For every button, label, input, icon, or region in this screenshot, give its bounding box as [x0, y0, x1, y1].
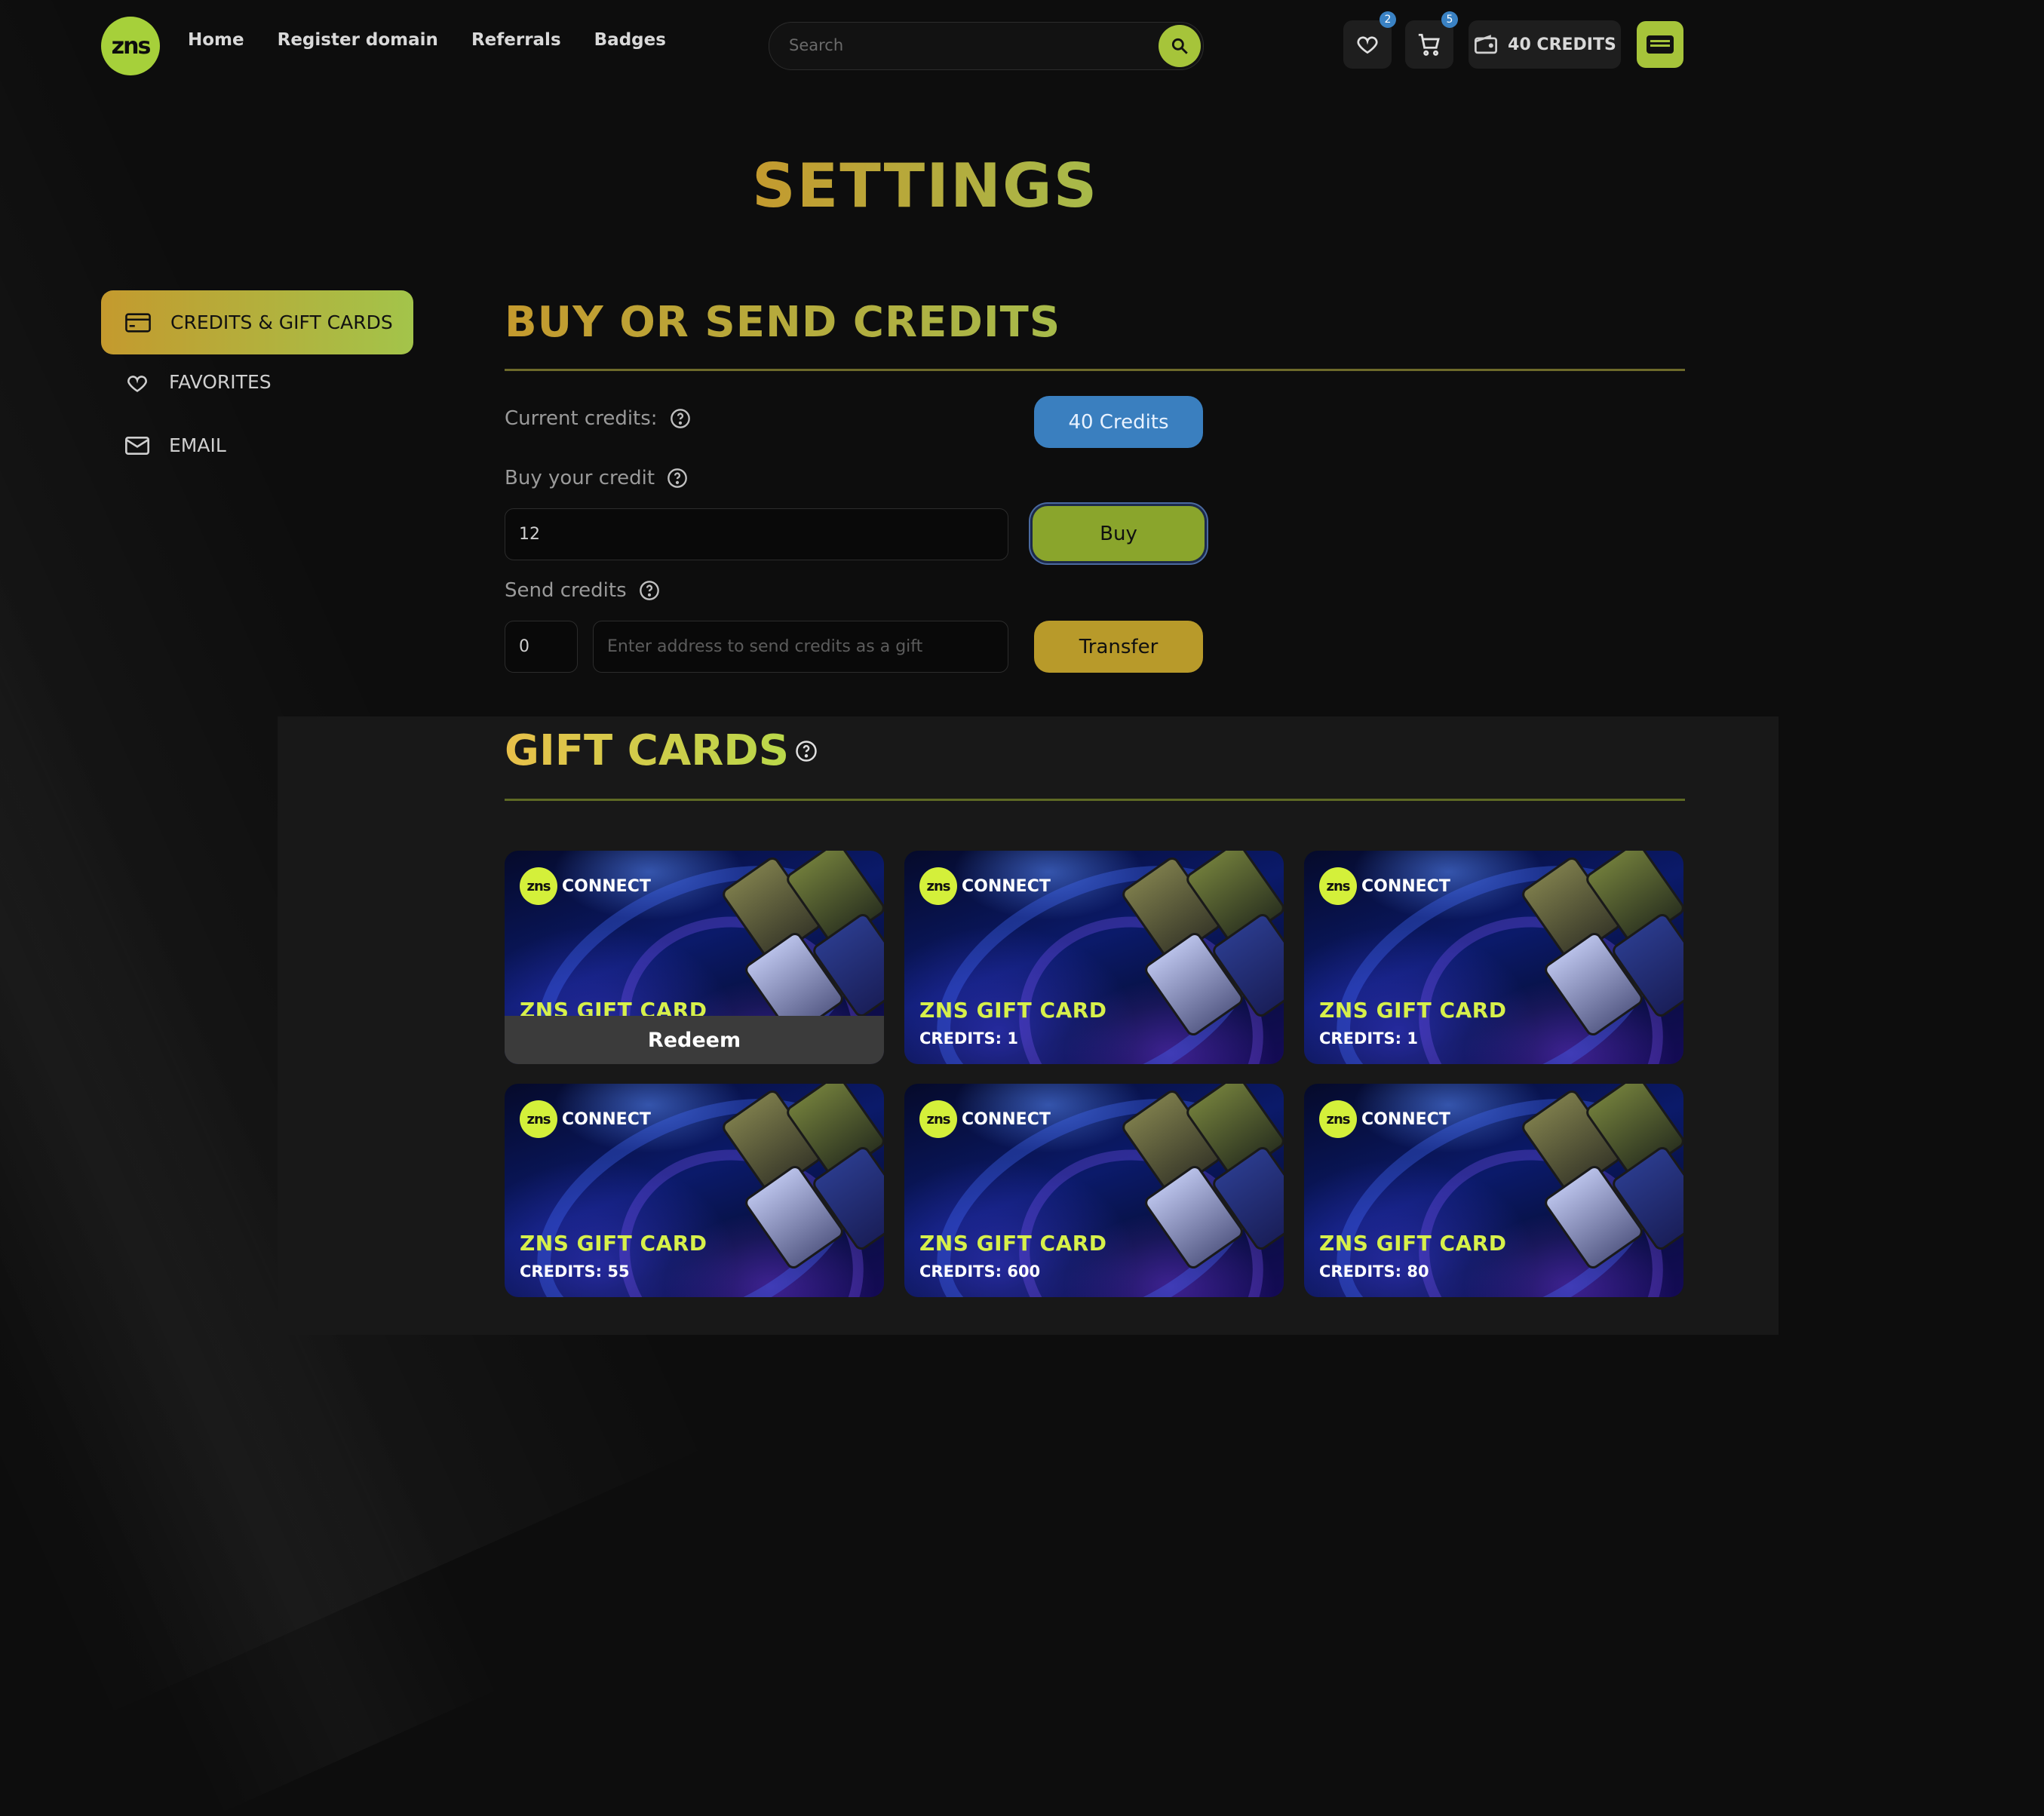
gift-card-title: ZNS GIFT CARD	[520, 1231, 707, 1256]
card-brand: zns CONNECT	[919, 1100, 1051, 1138]
search-placeholder: Search	[789, 36, 844, 54]
gift-card[interactable]: zns CONNECT ZNS GIFT CARD CREDITS: 1	[1304, 851, 1683, 1064]
search-input[interactable]: Search	[769, 22, 1204, 70]
profile-avatar[interactable]	[1637, 21, 1683, 68]
wallet-credits-button[interactable]: 40 CREDITS	[1469, 20, 1621, 69]
help-icon[interactable]	[670, 408, 691, 429]
nav-badges[interactable]: Badges	[594, 30, 666, 60]
gift-card[interactable]: zns CONNECT ZNS GIFT CARD CREDITS: 80	[1304, 1084, 1683, 1297]
sidebar-item-label: CREDITS & GIFT CARDS	[170, 311, 393, 333]
gift-card-title: ZNS GIFT CARD	[1319, 998, 1507, 1023]
credits-section-title: BUY OR SEND CREDITS	[505, 298, 1061, 347]
nav-home[interactable]: Home	[188, 30, 244, 60]
gift-card-credits: CREDITS: 600	[919, 1262, 1041, 1281]
send-address-input[interactable]: Enter address to send credits as a gift	[593, 621, 1008, 673]
redeem-button[interactable]: Redeem	[505, 1016, 884, 1064]
favorites-button[interactable]: 2	[1343, 11, 1396, 69]
page-title: SETTINGS	[752, 151, 1099, 221]
zns-badge-icon: zns	[1319, 1100, 1357, 1138]
heart-icon	[1357, 36, 1378, 54]
gift-card-credits: CREDITS: 1	[919, 1029, 1018, 1048]
nav-register-domain[interactable]: Register domain	[278, 30, 438, 60]
main-nav: Home Register domain Referrals Badges	[188, 30, 666, 60]
mail-icon	[125, 436, 149, 455]
sidebar-item-label: EMAIL	[169, 434, 226, 456]
cart-icon	[1418, 33, 1440, 56]
buy-credit-input[interactable]: 12	[505, 508, 1008, 560]
sidebar-item-label: FAVORITES	[169, 371, 272, 393]
section-divider	[505, 369, 1685, 371]
gift-card[interactable]: zns CONNECT ZNS GIFT CARD CREDITS: 1	[904, 851, 1284, 1064]
card-brand: zns CONNECT	[520, 867, 651, 905]
gift-card-title: ZNS GIFT CARD	[919, 998, 1107, 1023]
gift-cards-title: GIFT CARDS	[505, 726, 790, 775]
gift-card-title: ZNS GIFT CARD	[919, 1231, 1107, 1256]
card-brand: zns CONNECT	[520, 1100, 651, 1138]
send-amount-input[interactable]: 0	[505, 621, 578, 673]
card-brand: zns CONNECT	[919, 867, 1051, 905]
sidebar-item-favorites[interactable]: FAVORITES	[125, 371, 272, 393]
gift-card[interactable]: zns CONNECT ZNS GIFT CARD Redeem	[505, 851, 884, 1064]
zns-badge-icon: zns	[520, 867, 557, 905]
send-credits-label: Send credits	[505, 579, 660, 602]
gift-card-credits: CREDITS: 1	[1319, 1029, 1418, 1048]
zns-badge-icon: zns	[919, 867, 957, 905]
heart-icon	[127, 375, 147, 392]
transfer-button[interactable]: Transfer	[1034, 621, 1203, 673]
buy-credit-label: Buy your credit	[505, 467, 688, 489]
gift-card-title: ZNS GIFT CARD	[1319, 1231, 1507, 1256]
card-brand: zns CONNECT	[1319, 867, 1450, 905]
section-divider	[505, 799, 1685, 801]
cart-count-badge: 5	[1441, 11, 1458, 28]
buy-button[interactable]: Buy	[1033, 506, 1205, 561]
zns-card-icon	[1647, 35, 1674, 54]
wallet-credits-label: 40 CREDITS	[1508, 35, 1616, 54]
gift-card-credits: CREDITS: 80	[1319, 1262, 1429, 1281]
sidebar-item-email[interactable]: EMAIL	[125, 434, 226, 456]
credit-card-icon	[125, 312, 151, 333]
wallet-icon	[1475, 35, 1498, 54]
gift-card-credits: CREDITS: 55	[520, 1262, 630, 1281]
zns-badge-icon: zns	[520, 1100, 557, 1138]
current-credits-label: Current credits:	[505, 407, 691, 430]
current-credits-value: 40 Credits	[1034, 396, 1203, 448]
gift-card[interactable]: zns CONNECT ZNS GIFT CARD CREDITS: 600	[904, 1084, 1284, 1297]
gift-card[interactable]: zns CONNECT ZNS GIFT CARD CREDITS: 55	[505, 1084, 884, 1297]
nav-referrals[interactable]: Referrals	[471, 30, 561, 60]
zns-logo[interactable]: zns	[101, 17, 160, 75]
help-icon[interactable]	[639, 580, 660, 601]
card-brand: zns CONNECT	[1319, 1100, 1450, 1138]
search-button[interactable]	[1159, 25, 1201, 67]
zns-badge-icon: zns	[919, 1100, 957, 1138]
favorites-count-badge: 2	[1380, 11, 1396, 28]
zns-badge-icon: zns	[1319, 867, 1357, 905]
help-icon[interactable]	[795, 740, 818, 762]
cart-button[interactable]: 5	[1405, 11, 1458, 69]
sidebar-item-credits-gift-cards[interactable]: CREDITS & GIFT CARDS	[101, 290, 413, 354]
gift-cards-header: GIFT CARDS	[505, 726, 818, 775]
search-icon	[1171, 38, 1188, 54]
help-icon[interactable]	[667, 468, 688, 489]
